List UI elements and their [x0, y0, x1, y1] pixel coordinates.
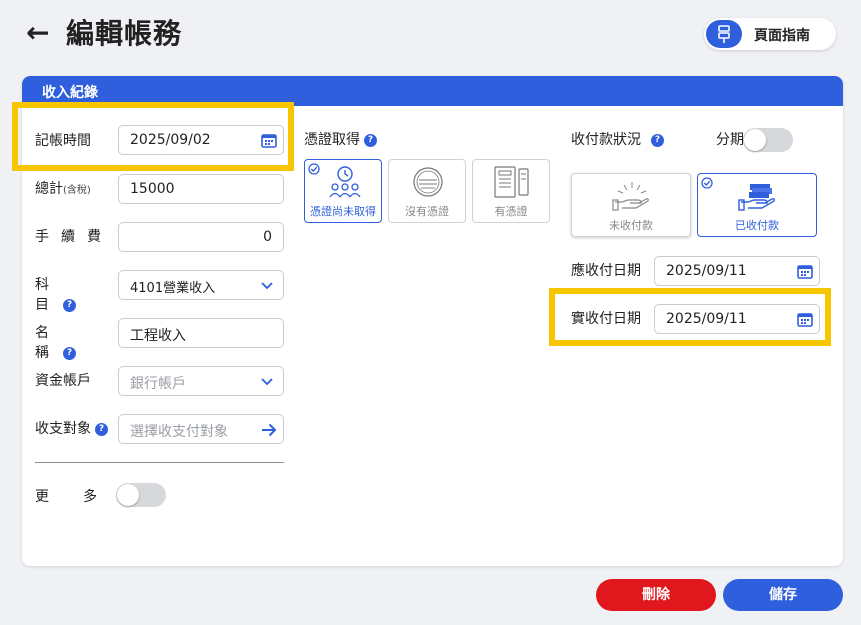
total-input[interactable]: 15000	[118, 174, 284, 204]
payment-option-label: 未收付款	[609, 219, 653, 232]
help-icon[interactable]: ?	[63, 298, 76, 312]
voucher-option-pending[interactable]: 憑證尚未取得	[304, 159, 382, 223]
calendar-icon[interactable]	[797, 264, 813, 279]
people-clock-icon	[329, 166, 361, 198]
name-value: 工程收入	[130, 328, 186, 344]
chevron-down-icon	[261, 378, 273, 386]
stamp-icon	[413, 167, 443, 197]
check-circle-icon	[701, 177, 713, 189]
voucher-option-none[interactable]: 沒有憑證	[388, 159, 466, 223]
more-toggle[interactable]	[116, 483, 166, 507]
due-date-field[interactable]: 2025/09/11	[654, 256, 820, 286]
page-title: 編輯帳務	[66, 17, 183, 50]
fee-input[interactable]: 0	[118, 222, 284, 252]
total-value: 15000	[130, 181, 175, 197]
subject-label: 科目?	[35, 277, 77, 313]
payment-option-unpaid[interactable]: 未收付款	[571, 173, 691, 237]
due-date-label: 應收付日期	[571, 263, 641, 279]
account-placeholder: 銀行帳戶	[130, 376, 186, 392]
account-label: 資金帳戶	[35, 373, 91, 389]
fee-label: 手續費	[35, 229, 113, 245]
voucher-label: 憑證取得?	[304, 130, 377, 150]
divider	[35, 462, 284, 463]
voucher-option-label: 有憑證	[494, 205, 528, 218]
check-circle-icon	[308, 163, 320, 175]
back-button[interactable]: ←	[26, 18, 49, 48]
name-input[interactable]: 工程收入	[118, 318, 284, 348]
voucher-option-label: 沒有憑證	[405, 205, 449, 218]
page-guide-label: 頁面指南	[754, 28, 810, 44]
toggle-knob	[744, 129, 766, 151]
save-button[interactable]: 儲存	[723, 579, 843, 611]
highlight-actual-date	[549, 288, 831, 346]
chevron-down-icon	[261, 282, 273, 290]
status-label: 收付款狀況?	[571, 130, 664, 150]
fee-value: 0	[263, 229, 272, 245]
payment-option-label: 已收付款	[735, 219, 779, 232]
page-guide-button[interactable]: 頁面指南	[704, 18, 836, 50]
voucher-option-have[interactable]: 有憑證	[472, 159, 550, 223]
help-icon[interactable]: ?	[63, 346, 76, 360]
subject-value: 4101營業收入	[130, 281, 216, 296]
total-tax-note: (含稅)	[63, 185, 91, 196]
toggle-knob	[117, 484, 139, 506]
card-title: 收入紀錄	[42, 85, 98, 101]
name-label: 名稱?	[35, 325, 77, 361]
installment-toggle[interactable]	[743, 128, 793, 152]
hand-money-icon	[738, 184, 775, 211]
help-icon[interactable]: ?	[95, 422, 108, 436]
arrow-right-icon[interactable]	[261, 422, 277, 438]
total-label: 總計(含稅)	[35, 181, 91, 197]
target-label: 收支對象?	[35, 419, 108, 439]
help-icon[interactable]: ?	[364, 133, 377, 147]
target-field[interactable]: 選擇收支付對象	[118, 414, 284, 444]
target-placeholder: 選擇收支付對象	[130, 424, 228, 440]
payment-option-paid[interactable]: 已收付款	[697, 173, 817, 237]
subject-select[interactable]: 4101營業收入	[118, 270, 284, 300]
delete-button[interactable]: 刪除	[596, 579, 716, 611]
open-hand-icon	[612, 182, 649, 211]
installment-label: 分期	[716, 132, 744, 148]
voucher-option-label: 憑證尚未取得	[310, 205, 376, 218]
highlight-record-time	[12, 102, 294, 171]
due-date-value: 2025/09/11	[666, 263, 747, 279]
guide-icon	[706, 20, 742, 48]
help-icon[interactable]: ?	[651, 133, 664, 147]
account-select[interactable]: 銀行帳戶	[118, 366, 284, 396]
receipt-icon	[494, 166, 529, 198]
